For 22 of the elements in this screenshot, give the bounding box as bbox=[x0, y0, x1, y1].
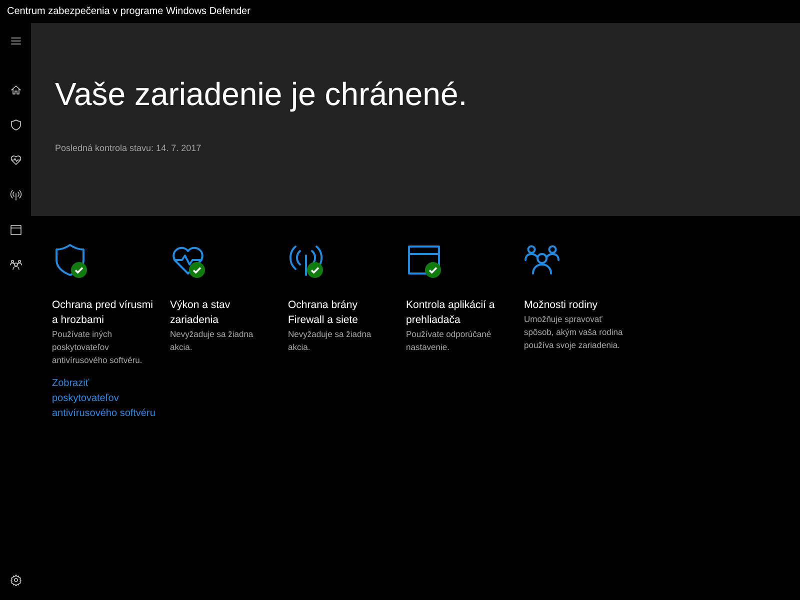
last-check-text: Posledná kontrola stavu: 14. 7. 2017 bbox=[55, 142, 202, 155]
tile-title[interactable]: Výkon a stav zariadenia bbox=[170, 298, 276, 328]
tile-description: Nevyžaduje sa žiadna akcia. bbox=[288, 328, 372, 354]
status-heading: Vaše zariadenie je chránené. bbox=[55, 75, 468, 114]
people-icon bbox=[10, 259, 22, 271]
tile-description: Nevyžaduje sa žiadna akcia. bbox=[170, 328, 254, 354]
tile-description: Používate odporúčané nastavenie. bbox=[406, 328, 492, 354]
window-title: Centrum zabezpečenia v programe Windows Defender bbox=[7, 5, 250, 19]
tile-description: Umožňuje spravovať spôsob, akým vaša rodina používa svoje zariadenia. bbox=[524, 313, 624, 352]
providers-link[interactable]: Zobraziť poskytovateľov antivírusového softvéru bbox=[52, 376, 158, 421]
shield-icon bbox=[10, 119, 22, 131]
tile-title[interactable]: Ochrana brány Firewall a siete bbox=[288, 298, 394, 328]
heart-icon bbox=[10, 154, 22, 166]
antenna-icon bbox=[10, 189, 22, 201]
tile-description: Používate iných poskytovateľov antivírusového softvéru. bbox=[52, 328, 144, 367]
tile-title[interactable]: Ochrana pred vírusmi a hrozbami bbox=[52, 298, 158, 328]
settings-icon bbox=[10, 574, 22, 586]
window-icon bbox=[10, 224, 22, 236]
home-icon bbox=[10, 84, 22, 96]
tile-title[interactable]: Kontrola aplikácií a prehliadača bbox=[406, 298, 512, 328]
tile-title[interactable]: Možnosti rodiny bbox=[524, 298, 630, 313]
menu-icon bbox=[10, 35, 22, 47]
